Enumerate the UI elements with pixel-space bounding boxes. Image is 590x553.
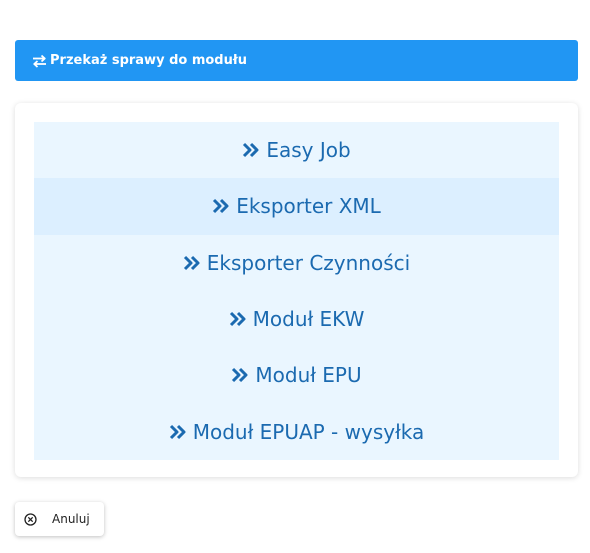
double-chevron-right-icon — [242, 142, 260, 158]
dialog-header: Przekaż sprawy do modułu — [15, 40, 578, 81]
module-item-label: Moduł EKW — [252, 307, 365, 332]
module-list: Easy Job Eksporter XML Eksporter Czynnoś… — [34, 122, 559, 460]
close-circle-icon — [24, 512, 37, 526]
double-chevron-right-icon — [231, 367, 249, 383]
module-item-label: Moduł EPUAP - wysyłka — [192, 419, 425, 444]
exchange-arrows-icon — [32, 54, 47, 68]
double-chevron-right-icon — [183, 255, 201, 271]
dialog-title: Przekaż sprawy do modułu — [50, 53, 247, 68]
module-item-eksporter-czynnosci[interactable]: Eksporter Czynności — [34, 234, 559, 291]
module-item-label: Eksporter XML — [236, 194, 381, 219]
double-chevron-right-icon — [229, 311, 247, 327]
double-chevron-right-icon — [169, 424, 187, 440]
module-item-eksporter-xml[interactable]: Eksporter XML — [34, 178, 559, 235]
module-item-label: Eksporter Czynności — [206, 250, 411, 275]
double-chevron-right-icon — [212, 198, 230, 214]
module-item-modul-epu[interactable]: Moduł EPU — [34, 347, 559, 404]
cancel-button-label: Anuluj — [52, 512, 90, 526]
cancel-button[interactable]: Anuluj — [15, 502, 104, 536]
module-item-easy-job[interactable]: Easy Job — [34, 122, 559, 179]
module-item-modul-epuap-wysylka[interactable]: Moduł EPUAP - wysyłka — [34, 403, 559, 460]
module-item-label: Moduł EPU — [255, 363, 362, 388]
module-item-modul-ekw[interactable]: Moduł EKW — [34, 290, 559, 348]
module-item-label: Easy Job — [266, 138, 351, 163]
module-list-card: Easy Job Eksporter XML Eksporter Czynnoś… — [15, 103, 578, 477]
